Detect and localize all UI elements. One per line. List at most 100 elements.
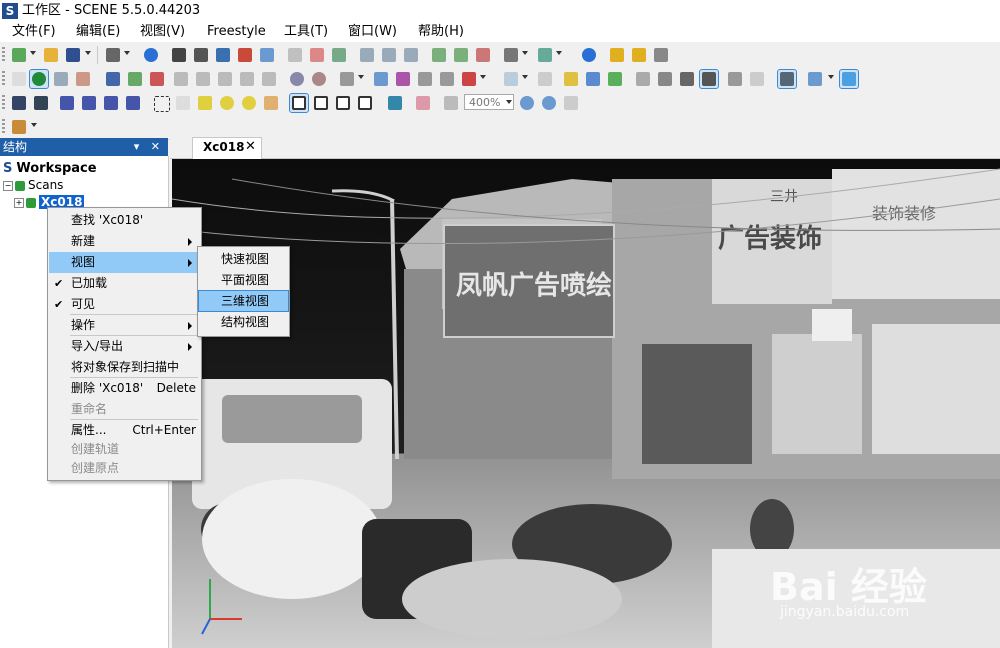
rect-select-icon[interactable] [152,94,170,112]
measure-icon[interactable] [608,46,626,64]
print-icon[interactable] [104,46,122,64]
chevron-down-icon[interactable] [522,75,528,79]
menu-help[interactable]: 帮助(H) [418,22,464,42]
document-list-icon[interactable] [402,46,420,64]
chevron-down-icon[interactable] [358,75,364,79]
menu-item-loaded[interactable]: ✔ 已加载 [49,273,200,294]
scatter-icon[interactable] [124,94,142,112]
menu-window[interactable]: 窗口(W) [348,22,397,42]
chevron-down-icon[interactable] [85,51,91,55]
view-3d-icon[interactable] [192,46,210,64]
menu-item-properties[interactable]: 属性... Ctrl+Enter [49,420,200,441]
rotate-icon[interactable] [58,94,76,112]
frame-icon[interactable] [10,94,28,112]
chevron-down-icon[interactable] [556,51,562,55]
toolbar-grip[interactable] [2,95,5,111]
submenu-item-3d-view[interactable]: 三维视图 [198,290,289,312]
menu-tools[interactable]: 工具(T) [284,22,328,42]
menu-item-visible[interactable]: ✔ 可见 [49,294,200,315]
line-select-icon[interactable] [174,94,192,112]
tree-item-workspace[interactable]: S Workspace [3,160,97,177]
document-icon[interactable] [358,46,376,64]
image-icon[interactable] [258,46,276,64]
chevron-down-icon[interactable] [31,123,37,127]
object-remove-icon[interactable] [474,46,492,64]
save-icon[interactable] [64,46,82,64]
snapshot-icon[interactable] [460,70,478,88]
menu-item-operations[interactable]: 操作 [49,315,200,336]
fly-icon[interactable] [126,70,144,88]
menu-edit[interactable]: 编辑(E) [76,22,120,42]
filter-icon[interactable] [777,69,797,89]
flag-blue-icon[interactable] [584,70,602,88]
ruler-icon[interactable] [630,46,648,64]
register-icon[interactable] [502,46,520,64]
selection-mode-icon[interactable] [289,93,309,113]
circle-select-icon[interactable] [218,94,236,112]
walk-icon[interactable] [148,70,166,88]
note-icon[interactable] [536,70,554,88]
orbit-icon[interactable] [52,70,70,88]
texture-icon[interactable] [748,70,766,88]
tree-item-scans[interactable]: − Scans [3,177,63,194]
zoom-out-icon[interactable] [540,94,558,112]
polygon-select-icon[interactable] [196,94,214,112]
up-icon[interactable] [104,70,122,88]
panel-controls[interactable]: ▾ ✕ [134,138,164,156]
close-icon[interactable]: ✕ [245,139,256,154]
toolbar-grip[interactable] [2,47,5,63]
menu-file[interactable]: 文件(F) [12,22,56,42]
document-check-icon[interactable] [80,94,98,112]
submenu-item-structure-view[interactable]: 结构视图 [199,312,288,332]
selection-add-icon[interactable] [312,94,330,112]
upload-icon[interactable] [330,46,348,64]
flag-green-icon[interactable] [606,70,624,88]
menu-item-import-export[interactable]: 导入/导出 [49,336,200,357]
photo-icon[interactable] [10,118,28,136]
fit-view-icon[interactable] [442,94,460,112]
cube-outline-icon[interactable] [839,69,859,89]
clip-icon[interactable] [394,70,412,88]
menu-item-new[interactable]: 新建 [49,231,200,252]
plane-icon[interactable] [372,70,390,88]
ellipse-select-icon[interactable] [240,94,258,112]
cube-top-icon[interactable] [260,70,278,88]
document-edit-icon[interactable] [380,46,398,64]
expand-icon[interactable]: + [14,197,24,208]
menu-freestyle[interactable]: Freestyle [207,22,266,42]
submenu-item-planar-view[interactable]: 平面视图 [199,270,288,290]
camera-icon[interactable] [338,70,356,88]
zoom-page-icon[interactable] [562,94,580,112]
cube-left-icon[interactable] [216,70,234,88]
erase-icon[interactable] [308,46,326,64]
menu-item-delete[interactable]: 删除 'Xc018' Delete [49,378,200,399]
selection-subtract-icon[interactable] [334,94,352,112]
object-icon[interactable] [430,46,448,64]
globe-icon[interactable] [580,46,598,64]
hierarchy-icon[interactable] [32,94,50,112]
toolbar-grip[interactable] [2,71,5,87]
submenu-item-quick-view[interactable]: 快速视图 [199,249,288,269]
menu-item-save-to-scan[interactable]: 将对象保存到扫描中 [49,357,200,378]
toolbar-grip[interactable] [2,119,5,135]
crosshair-icon[interactable] [288,70,306,88]
selection-intersect-icon[interactable] [356,94,374,112]
menu-view[interactable]: 视图(V) [140,22,185,42]
menu-item-view[interactable]: 视图 [49,252,200,273]
export-icon[interactable] [536,46,554,64]
cube-color-icon[interactable] [806,70,824,88]
menu-item-find[interactable]: 查找 'Xc018' [49,210,200,231]
print-area-icon[interactable] [416,70,434,88]
chevron-down-icon[interactable] [124,51,130,55]
target-icon[interactable] [310,70,328,88]
points-xlarge-icon[interactable] [699,69,719,89]
chevron-down-icon[interactable] [522,51,528,55]
home-icon[interactable] [236,46,254,64]
sphere-view-icon[interactable] [29,69,49,89]
select-arrow-icon[interactable] [10,70,28,88]
line-tool-icon[interactable] [652,46,670,64]
help-icon[interactable] [142,46,160,64]
view-2d-icon[interactable] [214,46,232,64]
document-copy-icon[interactable] [102,94,120,112]
cut-icon[interactable] [386,94,404,112]
